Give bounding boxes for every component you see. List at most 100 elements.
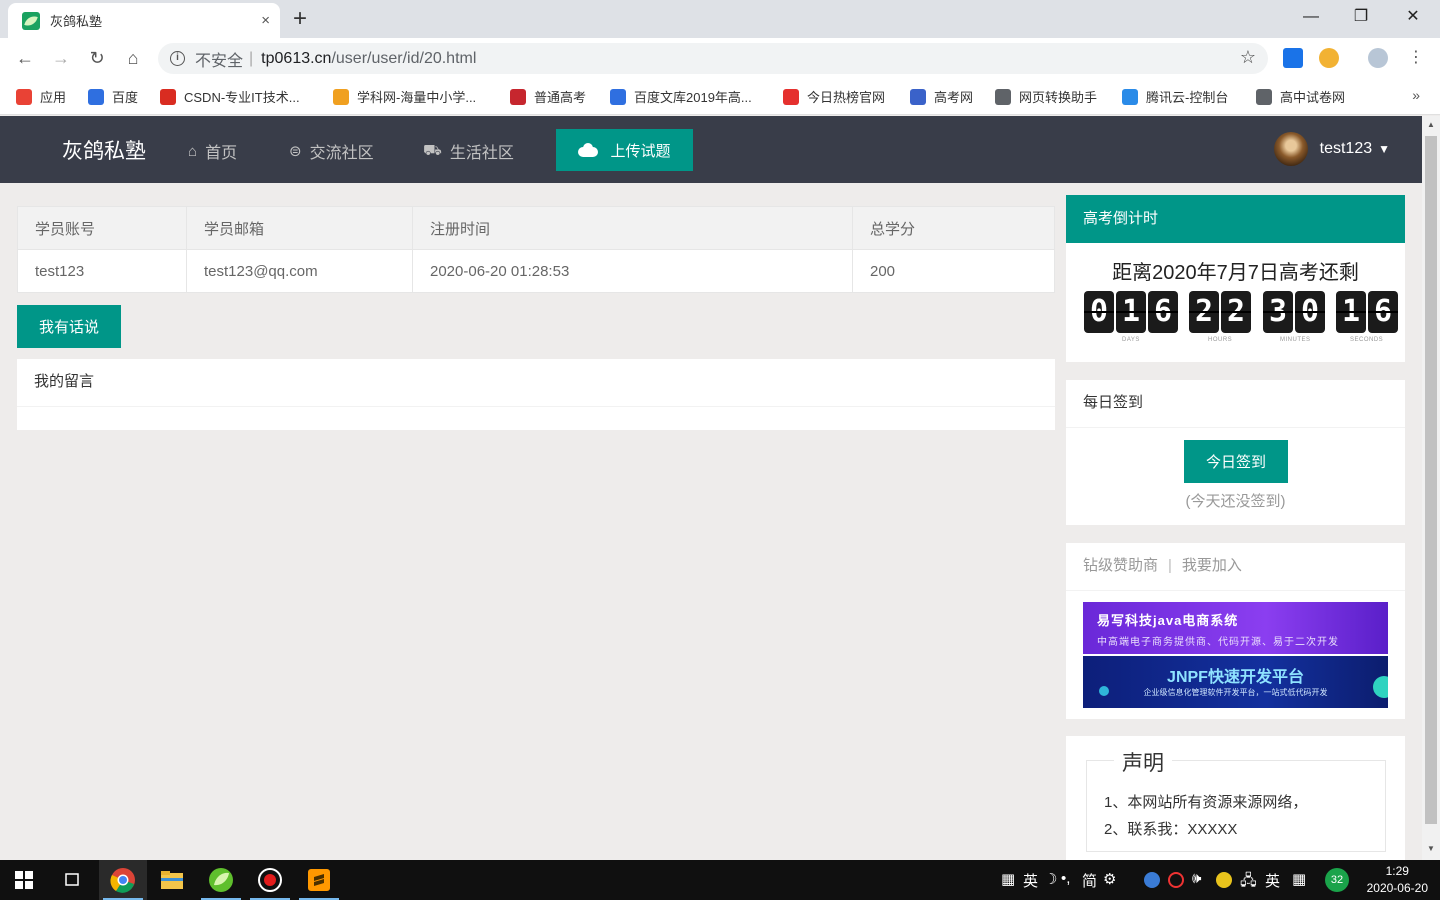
browser-menu-icon[interactable]: ⋮: [1404, 46, 1428, 70]
bookmark-label: 应用: [40, 90, 67, 105]
signin-button[interactable]: 今日签到: [1184, 440, 1288, 483]
sponsor-join-link[interactable]: 我要加入: [1182, 557, 1242, 574]
moon-icon[interactable]: ☽: [1044, 870, 1057, 888]
taskbar-recorder[interactable]: [246, 860, 294, 900]
reload-icon[interactable]: ↻: [85, 46, 109, 70]
tray-record-icon[interactable]: [1168, 872, 1184, 888]
bookmark-label: 高考网: [934, 90, 974, 105]
ime-script[interactable]: 简: [1082, 870, 1097, 891]
messages-title: 我的留言: [17, 359, 1055, 407]
bookmark-item[interactable]: 应用: [16, 87, 66, 106]
extension-icon[interactable]: [1283, 48, 1303, 68]
bookmark-item[interactable]: 普通高考: [510, 87, 586, 106]
forward-arrow-icon[interactable]: →: [49, 46, 73, 70]
keyboard-icon[interactable]: ▦: [1292, 870, 1306, 888]
upload-label: 上传试题: [610, 142, 671, 160]
post-message-button[interactable]: 我有话说: [17, 305, 121, 348]
bookmark-label: 今日热榜官网: [807, 90, 886, 105]
countdown-unit: DAYS: [1122, 337, 1140, 343]
user-menu[interactable]: test123 ▼: [1273, 132, 1390, 166]
bookmarks-bar: 应用 百度 CSDN-专业IT技术... 学科网-海量中小学... 普通高考 百度文库20…: [0, 79, 1440, 115]
nav-community-label: 交流社区: [309, 145, 374, 162]
new-tab-button[interactable]: +: [293, 6, 307, 32]
home-icon[interactable]: ⌂: [121, 46, 145, 70]
bookmark-item[interactable]: 百度: [88, 87, 138, 106]
countdown-digit: 1: [1116, 291, 1146, 333]
bookmark-label: CSDN-专业IT技术...: [184, 90, 300, 105]
browser-tab[interactable]: 灰鸽私塾 ×: [8, 3, 280, 38]
security-label: 不安全: [195, 52, 244, 70]
gear-icon[interactable]: ⚙: [1103, 870, 1116, 888]
countdown-unit: SECONDS: [1350, 337, 1384, 343]
address-bar[interactable]: i 不安全 | tp0613.cn /user/user/id/20.html …: [158, 43, 1268, 74]
network-icon[interactable]: 🖧: [1240, 870, 1257, 895]
bookmark-item[interactable]: 今日热榜官网: [783, 87, 885, 106]
table-cell: test123@qq.com: [186, 249, 413, 293]
bookmark-item[interactable]: 网页转换助手: [995, 87, 1097, 106]
window-close-button[interactable]: ✕: [1390, 4, 1436, 30]
tray-language[interactable]: 英: [1265, 870, 1280, 891]
tray-app-icon[interactable]: [1144, 872, 1160, 888]
notice-line: 2、联系我：XXXXX: [1104, 821, 1238, 838]
window-minimize-button[interactable]: —: [1288, 4, 1334, 30]
task-view-button[interactable]: [48, 860, 96, 900]
bookmark-label: 网页转换助手: [1019, 90, 1098, 105]
nav-community[interactable]: ⊜ 交流社区: [289, 139, 374, 163]
bookmark-star-icon[interactable]: ☆: [1240, 47, 1256, 68]
bookmark-item[interactable]: 百度文库2019年高...: [610, 87, 752, 106]
taskbar-app[interactable]: [197, 860, 245, 900]
site-logo[interactable]: 灰鸽私塾: [62, 135, 146, 165]
volume-icon[interactable]: 🕪: [1192, 870, 1201, 887]
address-separator: |: [249, 49, 254, 67]
table-header: 注册时间: [412, 206, 853, 250]
sponsor-banner[interactable]: 易写科技java电商系统 中高端电子商务提供商、代码开源、易于二次开发: [1083, 602, 1388, 654]
url-host: tp0613.cn: [261, 49, 332, 67]
scroll-thumb[interactable]: [1425, 136, 1437, 824]
scroll-up-icon[interactable]: ▲: [1422, 120, 1440, 129]
bookmark-item[interactable]: 高中试卷网: [1256, 87, 1345, 106]
ime-language[interactable]: 英: [1023, 870, 1038, 891]
table-row: test123 test123@qq.com 2020-06-20 01:28:…: [17, 249, 1055, 293]
start-button[interactable]: [0, 860, 48, 900]
nav-home-label: 首页: [205, 145, 238, 162]
notification-badge[interactable]: 32: [1325, 868, 1349, 892]
info-icon[interactable]: i: [170, 51, 185, 66]
bookmark-item[interactable]: 高考网: [910, 87, 973, 106]
taskbar-sublime[interactable]: [295, 860, 343, 900]
window-restore-button[interactable]: ❐: [1338, 4, 1384, 30]
tab-close-icon[interactable]: ×: [261, 12, 270, 29]
countdown-digit: 2: [1221, 291, 1251, 333]
bookmark-item[interactable]: CSDN-专业IT技术...: [160, 87, 300, 106]
punctuation-icon[interactable]: •,: [1061, 870, 1070, 887]
windows-logo-icon: [15, 871, 33, 889]
upload-button[interactable]: 上传试题: [556, 129, 693, 171]
record-icon: [258, 868, 282, 892]
page-scrollbar[interactable]: ▲ ▼: [1422, 116, 1440, 860]
rebang-icon: [783, 88, 799, 105]
bookmark-item[interactable]: 学科网-海量中小学...: [333, 87, 476, 106]
table-cell: test123: [17, 249, 187, 293]
extension-icon[interactable]: [1319, 48, 1339, 68]
bookmark-item[interactable]: 腾讯云-控制台: [1122, 87, 1228, 106]
system-clock[interactable]: 1:29 2020-06-20: [1367, 863, 1428, 897]
table-header-row: 学员账号 学员邮箱 注册时间 总学分: [17, 206, 1055, 250]
profile-avatar-icon[interactable]: [1368, 48, 1388, 68]
taskbar-explorer[interactable]: [148, 860, 196, 900]
nav-life[interactable]: ⛟ 生活社区: [423, 139, 514, 163]
countdown-digit: 2: [1189, 291, 1219, 333]
bookmarks-overflow-icon[interactable]: »: [1412, 87, 1420, 103]
scroll-down-icon[interactable]: ▼: [1422, 844, 1440, 853]
xueke-icon: [333, 88, 349, 105]
tray-app-icon[interactable]: [1216, 872, 1232, 888]
cart-icon: ⛟: [423, 141, 442, 159]
clock-time: 1:29: [1385, 864, 1409, 878]
ime-grid-icon[interactable]: ▦: [1001, 870, 1015, 888]
avatar: [1273, 132, 1308, 166]
banner-title: 易写科技java电商系统: [1097, 613, 1239, 628]
nav-home[interactable]: ⌂ 首页: [188, 139, 237, 163]
site-favicon-icon: [22, 11, 40, 30]
bookmark-label: 腾讯云-控制台: [1146, 90, 1229, 105]
back-arrow-icon[interactable]: ←: [13, 46, 37, 70]
sponsor-banner[interactable]: JNPF快速开发平台 企业级信息化管理软件开发平台，一站式低代码开发: [1083, 656, 1388, 708]
taskbar-chrome[interactable]: [99, 860, 147, 900]
